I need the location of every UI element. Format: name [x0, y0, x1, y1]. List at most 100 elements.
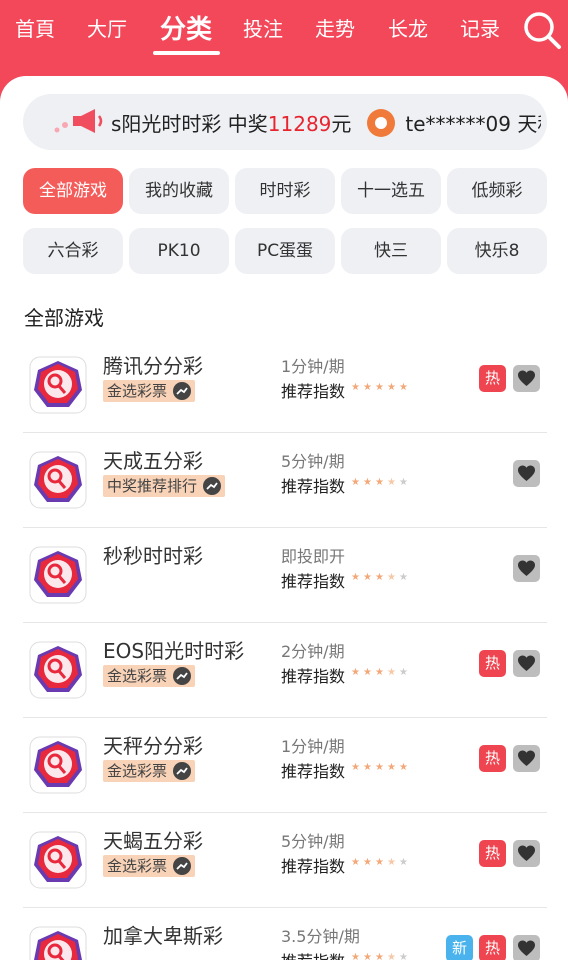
game-row[interactable]: 秒秒时时彩 即投即开 推荐指数 ★ ★ ★ ★ ★	[23, 528, 547, 623]
category-all-games[interactable]: 全部游戏	[23, 168, 123, 214]
section-title: 全部游戏	[24, 306, 104, 330]
category-happy8[interactable]: 快乐8	[447, 228, 547, 274]
rating-stars: ★ ★ ★ ★ ★	[351, 953, 417, 960]
trend-icon	[173, 382, 192, 400]
star-icon: ★	[387, 477, 396, 488]
recommend-label: 推荐指数	[281, 382, 346, 401]
announcement-next-game: 天秤	[517, 112, 541, 136]
lottery-ball-icon	[29, 641, 87, 699]
star-icon: ★	[375, 667, 384, 678]
star-icon: ★	[351, 952, 360, 960]
star-icon: ★	[363, 952, 372, 960]
category-11x5[interactable]: 十一选五	[341, 168, 441, 214]
lottery-ball-icon	[29, 546, 87, 604]
game-tag: 金选彩票	[103, 855, 196, 877]
star-icon: ★	[387, 857, 396, 868]
star-icon: ★	[375, 572, 384, 583]
trend-icon	[173, 762, 192, 780]
hot-badge: 热	[479, 840, 506, 867]
heart-icon[interactable]	[513, 365, 540, 392]
game-row[interactable]: 天成五分彩 中奖推荐排行 5分钟/期 推荐指数 ★ ★ ★ ★ ★	[23, 433, 547, 528]
game-tag: 金选彩票	[103, 665, 196, 687]
game-row[interactable]: 加拿大卑斯彩3.5分钟/期推荐指数★★★★★热新	[23, 908, 547, 960]
game-name: 腾讯分分彩	[103, 354, 203, 378]
star-icon: ★	[363, 572, 372, 583]
category-ssc[interactable]: 时时彩	[235, 168, 335, 214]
category-pc-egg[interactable]: PC蛋蛋	[235, 228, 335, 274]
game-row[interactable]: 天蝎五分彩 金选彩票 5分钟/期 推荐指数 ★ ★ ★ ★ ★ 热	[23, 813, 547, 908]
star-icon: ★	[363, 667, 372, 678]
nav-item-trend[interactable]: 走势	[315, 13, 355, 42]
category-pk10[interactable]: PK10	[129, 228, 229, 274]
star-icon: ★	[399, 382, 408, 393]
game-row[interactable]: 天秤分分彩 金选彩票 1分钟/期 推荐指数 ★ ★ ★ ★ ★ 热	[23, 718, 547, 813]
lottery-ball-icon	[29, 926, 87, 960]
heart-icon[interactable]	[513, 650, 540, 677]
star-icon: ★	[375, 857, 384, 868]
star-icon: ★	[387, 667, 396, 678]
heart-icon[interactable]	[513, 555, 540, 582]
heart-icon[interactable]	[513, 745, 540, 772]
nav-item-category[interactable]: 分类	[160, 9, 212, 46]
nav-item-bet[interactable]: 投注	[243, 13, 283, 42]
announcement-game: s阳光时时彩	[111, 112, 222, 136]
star-icon: ★	[399, 572, 408, 583]
game-name: 天秤分分彩	[103, 734, 203, 758]
game-row[interactable]: EOS阳光时时彩 金选彩票 2分钟/期 推荐指数 ★ ★ ★ ★ ★ 热	[23, 623, 547, 718]
announcement-amount: 11289	[267, 112, 332, 136]
hot-badge: 热	[479, 935, 506, 960]
announcement-unit: 元	[331, 112, 352, 136]
star-icon: ★	[363, 762, 372, 773]
announcement-prize-label: 中奖	[227, 112, 268, 136]
star-icon: ★	[351, 762, 360, 773]
category-mark-six[interactable]: 六合彩	[23, 228, 123, 274]
star-icon: ★	[375, 762, 384, 773]
hot-badge: 热	[479, 745, 506, 772]
recommend-label: 推荐指数	[281, 667, 346, 686]
star-icon: ★	[399, 857, 408, 868]
user-avatar-icon	[367, 109, 396, 137]
recommend-label: 推荐指数	[281, 762, 346, 781]
star-icon: ★	[351, 477, 360, 488]
heart-icon[interactable]	[513, 840, 540, 867]
heart-icon[interactable]	[513, 460, 540, 487]
star-icon: ★	[351, 382, 360, 393]
trend-icon	[203, 477, 222, 495]
game-period: 5分钟/期	[281, 452, 345, 471]
nav-item-records[interactable]: 记录	[460, 13, 500, 42]
announcement-user: te******09	[405, 112, 512, 136]
game-period: 3.5分钟/期	[281, 927, 360, 946]
trend-icon	[173, 857, 192, 875]
rating-stars: ★ ★ ★ ★ ★	[351, 763, 417, 775]
heart-icon[interactable]	[513, 935, 540, 960]
winning-announcement: s阳光时时彩 中奖11289元 te******09 天秤	[23, 94, 547, 150]
game-row[interactable]: 腾讯分分彩 金选彩票 1分钟/期 推荐指数 ★ ★ ★ ★ ★ 热	[23, 338, 547, 433]
star-icon: ★	[387, 762, 396, 773]
star-icon: ★	[351, 667, 360, 678]
game-name: 秒秒时时彩	[103, 544, 203, 568]
game-tag-label: 金选彩票	[107, 382, 168, 400]
recommend-label: 推荐指数	[281, 857, 346, 876]
rating-stars: ★ ★ ★ ★ ★	[351, 858, 417, 870]
category-low-freq[interactable]: 低频彩	[447, 168, 547, 214]
rating-stars: ★ ★ ★ ★ ★	[351, 573, 417, 585]
announcement-text: s阳光时时彩 中奖11289元 te******09 天秤	[111, 108, 541, 137]
star-icon: ★	[375, 952, 384, 960]
nav-item-dragon[interactable]: 长龙	[388, 13, 428, 42]
star-icon: ★	[363, 477, 372, 488]
star-icon: ★	[387, 382, 396, 393]
category-favorites[interactable]: 我的收藏	[129, 168, 229, 214]
nav-item-home[interactable]: 首頁	[15, 13, 55, 42]
rating-stars: ★ ★ ★ ★ ★	[351, 383, 417, 395]
star-icon: ★	[399, 762, 408, 773]
star-icon: ★	[363, 382, 372, 393]
new-badge: 新	[446, 935, 473, 960]
search-icon[interactable]	[522, 10, 562, 50]
recommend-label: 推荐指数	[281, 477, 346, 496]
hot-badge: 热	[479, 650, 506, 677]
hot-badge: 热	[479, 365, 506, 392]
category-k3[interactable]: 快三	[341, 228, 441, 274]
nav-item-lobby[interactable]: 大厅	[87, 13, 127, 42]
star-icon: ★	[399, 667, 408, 678]
star-icon: ★	[351, 857, 360, 868]
